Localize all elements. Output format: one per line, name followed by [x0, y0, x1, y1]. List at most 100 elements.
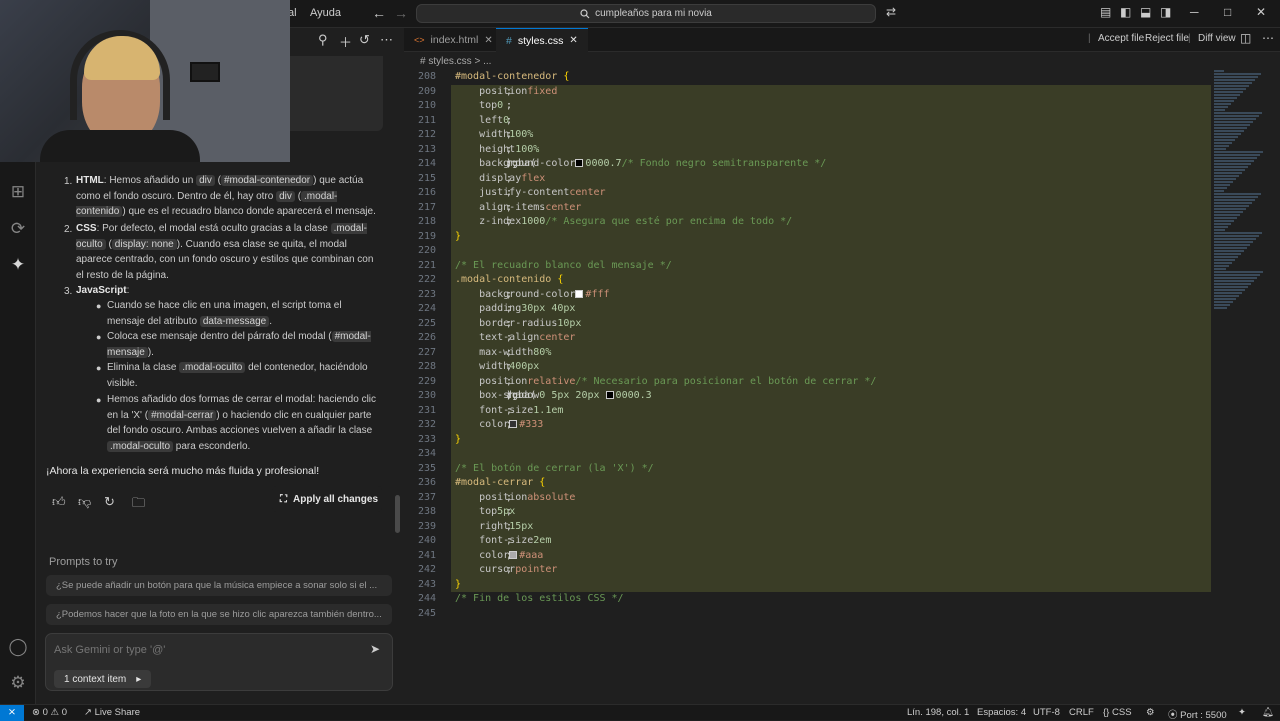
notifications-bell-icon[interactable]: 🔔︎: [1262, 707, 1274, 718]
code-line[interactable]: 218 z-index: 1000; /* Asegura que esté p…: [404, 215, 1280, 230]
toggle-sidebar-icon[interactable]: ◧: [1120, 5, 1131, 19]
back-arrow-icon[interactable]: ←: [372, 5, 386, 21]
history-icon[interactable]: ↺: [359, 32, 370, 48]
code-line[interactable]: 229 position: relative; /* Necesario par…: [404, 374, 1280, 389]
minimap[interactable]: [1214, 70, 1266, 330]
thumbs-down-icon[interactable]: 👎︎: [78, 494, 91, 510]
code-line[interactable]: 232 color: #333;: [404, 418, 1280, 433]
code-line[interactable]: 217 align-items: center;: [404, 200, 1280, 215]
forward-arrow-icon[interactable]: →: [394, 5, 408, 21]
code-line[interactable]: 221 /* El recuadro blanco del mensaje */: [404, 258, 1280, 273]
code-line[interactable]: 220: [404, 244, 1280, 259]
new-chat-icon[interactable]: ＋: [339, 32, 352, 51]
split-editor-icon[interactable]: ◫: [1240, 31, 1251, 45]
settings-gear-icon[interactable]: ⚙: [8, 673, 28, 693]
line-number: 224: [417, 303, 436, 314]
copilot-icon[interactable]: ⇄: [886, 5, 896, 19]
chat-input[interactable]: [54, 642, 354, 658]
code-line[interactable]: 228 width: 400px;: [404, 360, 1280, 375]
code-line[interactable]: 242 cursor: pointer;: [404, 563, 1280, 578]
close-tab-icon[interactable]: ✕: [569, 35, 577, 46]
code-line[interactable]: 235 /* El botón de cerrar (la 'X') */: [404, 461, 1280, 476]
code-line[interactable]: 225 border-radius: 10px;: [404, 316, 1280, 331]
gemini-icon[interactable]: ✦: [8, 255, 28, 275]
code-line[interactable]: 231 font-size: 1.1em;: [404, 403, 1280, 418]
code-line[interactable]: 240 font-size: 2em;: [404, 534, 1280, 549]
thumbs-up-icon[interactable]: 👍︎: [52, 494, 66, 510]
code-line[interactable]: 224 padding: 30px 40px;: [404, 302, 1280, 317]
encoding-status[interactable]: UTF-8: [1033, 707, 1060, 718]
indentation-status[interactable]: Espacios: 4: [977, 707, 1026, 718]
minimap-line: [1214, 181, 1233, 183]
code-line[interactable]: 212 width: 100%;: [404, 128, 1280, 143]
minimize-icon[interactable]: ─: [1190, 5, 1199, 19]
context-item-chip[interactable]: 1 context item ▸: [54, 670, 152, 688]
code-line[interactable]: 236 #modal-cerrar {: [404, 476, 1280, 491]
code-line[interactable]: 238 top: 5px;: [404, 505, 1280, 520]
account-icon[interactable]: ◯: [8, 637, 28, 657]
toggle-secondary-sidebar-icon[interactable]: ◨: [1160, 5, 1171, 19]
maximize-icon[interactable]: □: [1224, 5, 1231, 19]
language-mode[interactable]: {} CSS: [1103, 707, 1132, 718]
apply-all-changes-button[interactable]: ⛶ Apply all changes: [272, 486, 382, 512]
code-line[interactable]: 239 right: 15px;: [404, 519, 1280, 534]
color-swatch[interactable]: [575, 159, 584, 167]
remote-indicator-icon[interactable]: ⨯: [0, 705, 24, 721]
tab-styles-css[interactable]: # styles.css ✕: [496, 28, 588, 52]
copilot-status-icon[interactable]: ✦: [1238, 707, 1246, 718]
problems-status[interactable]: ⊗ 0 ⚠ 0: [32, 707, 67, 718]
code-line[interactable]: 226 text-align: center;: [404, 331, 1280, 346]
live-share-status[interactable]: ↗ Live Share: [84, 707, 140, 718]
code-line[interactable]: 211 left: 0;: [404, 113, 1280, 128]
code-line[interactable]: 210 top: 0;: [404, 99, 1280, 114]
close-tab-icon[interactable]: ✕: [484, 35, 492, 46]
pin-icon[interactable]: ⚲: [318, 32, 328, 48]
menu-item-help[interactable]: Ayuda: [310, 7, 341, 19]
regenerate-icon[interactable]: ↻: [104, 494, 115, 510]
command-center-search[interactable]: cumpleaños para mi novia: [416, 4, 876, 23]
code-line[interactable]: 233}: [404, 432, 1280, 447]
tab-index-html[interactable]: <> index.html ✕: [404, 28, 503, 52]
code-line[interactable]: 237 position: absolute;: [404, 490, 1280, 505]
close-icon[interactable]: ✕: [1256, 5, 1266, 19]
cursor-position[interactable]: Lín. 198, col. 1: [907, 707, 969, 718]
prompt-suggestion[interactable]: ¿Se puede añadir un botón para que la mú…: [46, 575, 392, 596]
code-line[interactable]: 209 position: fixed;: [404, 84, 1280, 99]
code-line[interactable]: 213 height: 100%;: [404, 142, 1280, 157]
code-line[interactable]: 244 /* Fin de los estilos CSS */: [404, 592, 1280, 607]
accept-file-button[interactable]: Accept file: [1098, 33, 1144, 44]
code-line[interactable]: 241 color: #aaa;: [404, 548, 1280, 563]
eol-status[interactable]: CRLF: [1069, 707, 1094, 718]
layout-icon[interactable]: ▤: [1100, 5, 1111, 19]
code-line[interactable]: 227 max-width: 80%;: [404, 345, 1280, 360]
more-actions-icon[interactable]: ⋯: [1262, 31, 1274, 45]
code-line[interactable]: 230 box-shadow: 0 5px 20px rgba(0, 0, 0, 0.…: [404, 389, 1280, 404]
remote-explorer-icon[interactable]: ⟳: [8, 219, 28, 239]
prompt-suggestion[interactable]: ¿Podemos hacer que la foto en la que se …: [46, 604, 392, 625]
code-lines[interactable]: 208 #modal-contenedor {209 position: fixe…: [404, 70, 1280, 621]
code-line[interactable]: 219}: [404, 229, 1280, 244]
extensions-icon[interactable]: ⊞: [8, 182, 28, 202]
more-actions-icon[interactable]: ⋯: [380, 32, 393, 48]
color-swatch[interactable]: [575, 289, 584, 298]
code-token: pointer: [515, 564, 558, 575]
code-line[interactable]: 245: [404, 607, 1280, 622]
port-status[interactable]: ⦿ Port : 5500: [1168, 707, 1227, 721]
reject-file-button[interactable]: Reject file: [1145, 33, 1189, 44]
chat-scrollbar[interactable]: [395, 495, 400, 533]
code-line[interactable]: 216 justify-content: center;: [404, 186, 1280, 201]
code-line[interactable]: 223 background-color: #fff;: [404, 287, 1280, 302]
diff-view-button[interactable]: Diff view: [1198, 33, 1236, 44]
code-line[interactable]: 234: [404, 447, 1280, 462]
code-line[interactable]: 208 #modal-contenedor {: [404, 70, 1280, 85]
send-icon[interactable]: ➤: [370, 642, 380, 656]
code-line[interactable]: 243}: [404, 577, 1280, 592]
folder-icon[interactable]: 🗀: [132, 494, 145, 516]
code-line[interactable]: 222 .modal-contenido {: [404, 273, 1280, 288]
code-line[interactable]: 214 background-color: rgba(0, 0, 0, 0.7)…: [404, 157, 1280, 172]
code-line[interactable]: 215 display: flex;: [404, 171, 1280, 186]
color-swatch[interactable]: [605, 391, 614, 399]
breadcrumb[interactable]: # styles.css > ...: [420, 56, 491, 67]
toggle-panel-icon[interactable]: ⬓: [1140, 5, 1151, 19]
extension-status-icon[interactable]: ⚙: [1146, 707, 1155, 718]
